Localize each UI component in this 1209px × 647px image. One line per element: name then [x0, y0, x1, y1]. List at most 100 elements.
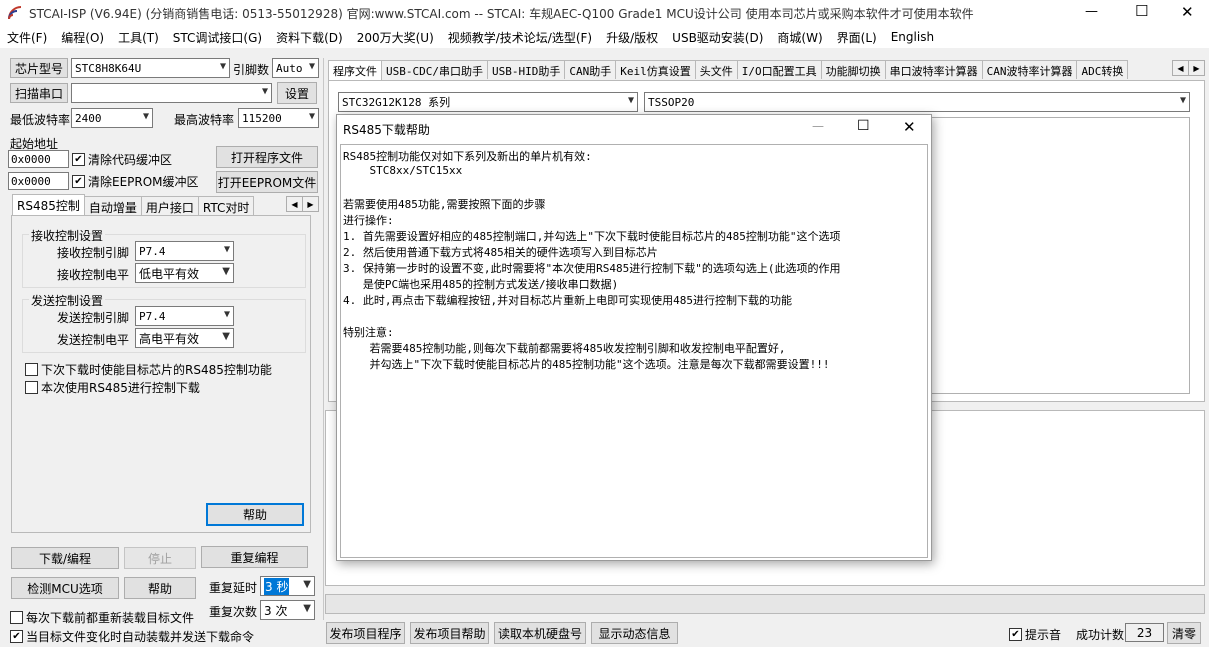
- repeat-count-select[interactable]: 3 次 ▼: [260, 600, 315, 620]
- tab-keil-settings[interactable]: Keil仿真设置: [615, 60, 696, 79]
- receive-pin-select[interactable]: P7.4 ▼: [135, 241, 234, 261]
- use-rs485-this-time-checkbox[interactable]: 本次使用RS485进行控制下载: [25, 379, 200, 396]
- auto-send-on-change-checkbox[interactable]: ✔ 当目标文件变化时自动装载并发送下载命令: [10, 628, 254, 645]
- publish-help-button[interactable]: 发布项目帮助: [410, 622, 489, 644]
- dialog-minimize-icon[interactable]: —: [812, 119, 824, 133]
- menu-download[interactable]: 资料下载(D): [276, 29, 343, 46]
- menu-shop[interactable]: 商城(W): [777, 29, 822, 46]
- eeprom-address-input[interactable]: 0x0000: [8, 172, 69, 190]
- help-line: 4. 此时,再点击下载编程按钮,并对目标芯片重新上电即可实现使用485进行控制下…: [343, 294, 792, 307]
- tab-user-interface[interactable]: 用户接口: [140, 196, 199, 215]
- chip-type-button[interactable]: 芯片型号: [10, 58, 68, 78]
- clear-count-button[interactable]: 清零: [1167, 622, 1201, 644]
- right-tab-scroll-left-icon[interactable]: ◀: [1172, 60, 1189, 76]
- chevron-down-icon: ▼: [223, 244, 230, 255]
- download-program-button[interactable]: 下载/编程: [11, 547, 119, 569]
- help-line: 若需要485控制功能,则每次下载前都需要将485收发控制引脚和收发控制电平配置好…: [343, 342, 786, 355]
- app-logo-icon: [8, 6, 22, 20]
- tab-usb-hid[interactable]: USB-HID助手: [486, 60, 566, 79]
- open-program-button[interactable]: 打开程序文件: [216, 146, 318, 168]
- left-tab-bar: RS485控制 自动增量 用户接口 RTC对时: [12, 194, 255, 215]
- read-disk-button[interactable]: 读取本机硬盘号: [494, 622, 586, 644]
- scan-port-button[interactable]: 扫描串口: [10, 83, 68, 103]
- maximize-button[interactable]: ☐: [1135, 2, 1148, 20]
- check-mcu-button[interactable]: 检测MCU选项: [11, 577, 119, 599]
- repeat-count-value: 3 次: [264, 603, 288, 618]
- menu-debug[interactable]: STC调试接口(G): [173, 29, 262, 46]
- clear-code-checkbox[interactable]: ✔ 清除代码缓冲区: [72, 151, 172, 168]
- open-eeprom-button[interactable]: 打开EEPROM文件: [216, 171, 318, 193]
- package-select[interactable]: TSSOP20 ▼: [644, 92, 1190, 112]
- pin-count-label: 引脚数: [233, 63, 270, 77]
- dialog-maximize-icon[interactable]: ☐: [857, 118, 870, 134]
- checkmark-icon: ✔: [72, 153, 85, 166]
- close-button[interactable]: ✕: [1181, 3, 1194, 21]
- tab-program-file[interactable]: 程序文件: [328, 60, 382, 80]
- tab-adc[interactable]: ADC转换: [1076, 60, 1129, 79]
- tab-auto-increment[interactable]: 自动增量: [83, 196, 142, 215]
- tab-rs485[interactable]: RS485控制: [12, 194, 85, 215]
- pin-count-select[interactable]: Auto ▼: [272, 58, 319, 78]
- chevron-down-icon: ▼: [303, 579, 311, 590]
- menu-prize[interactable]: 200万大奖(U): [357, 29, 434, 46]
- repeat-count-label: 重复次数: [209, 605, 258, 619]
- show-dynamic-info-button[interactable]: 显示动态信息: [591, 622, 678, 644]
- send-pin-select[interactable]: P7.4 ▼: [135, 306, 234, 326]
- max-baud-label: 最高波特率: [174, 113, 235, 127]
- chevron-down-icon: ▼: [261, 86, 268, 97]
- help-line: 特别注意:: [343, 326, 394, 339]
- tab-rtc[interactable]: RTC对时: [197, 196, 255, 215]
- port-select[interactable]: ▼: [71, 83, 272, 103]
- series-select[interactable]: STC32G12K128 系列 ▼: [338, 92, 638, 112]
- max-baud-select[interactable]: 115200 ▼: [238, 108, 319, 128]
- reload-before-download-checkbox[interactable]: 每次下载前都重新装载目标文件: [10, 609, 194, 626]
- minimize-button[interactable]: —: [1085, 4, 1098, 19]
- menu-program[interactable]: 编程(O): [61, 29, 104, 46]
- tab-pin-switch[interactable]: 功能脚切换: [820, 60, 886, 79]
- tab-can-helper[interactable]: CAN助手: [564, 60, 617, 79]
- menu-tools[interactable]: 工具(T): [118, 29, 159, 46]
- right-tab-scroll-right-icon[interactable]: ▶: [1188, 60, 1205, 76]
- menu-video[interactable]: 视频教学/技术论坛/选型(F): [448, 29, 592, 46]
- send-level-label: 发送控制电平: [57, 333, 130, 347]
- menu-english[interactable]: English: [891, 30, 934, 44]
- use-rs485-label: 本次使用RS485进行控制下载: [41, 381, 200, 395]
- menu-usb-driver[interactable]: USB驱动安装(D): [672, 29, 763, 46]
- tab-uart-baud-calc[interactable]: 串口波特率计算器: [884, 60, 983, 79]
- chevron-down-icon: ▼: [1179, 95, 1186, 106]
- stop-button[interactable]: 停止: [124, 547, 196, 569]
- chip-type-value: STC8H8K64U: [75, 61, 142, 75]
- enable-next-rs485-checkbox[interactable]: 下次下载时使能目标芯片的RS485控制功能: [25, 361, 272, 378]
- tab-header-file[interactable]: 头文件: [694, 60, 738, 79]
- repeat-delay-select[interactable]: 3 秒 ▼: [260, 576, 315, 596]
- tab-can-baud-calc[interactable]: CAN波特率计算器: [981, 60, 1078, 79]
- help-line: [343, 308, 925, 324]
- chevron-down-icon: ▼: [308, 61, 315, 72]
- dialog-close-icon[interactable]: ✕: [903, 118, 916, 136]
- help-button[interactable]: 帮助: [124, 577, 196, 599]
- clear-eeprom-checkbox[interactable]: ✔ 清除EEPROM缓冲区: [72, 173, 199, 190]
- tab-scroll-right-icon[interactable]: ▶: [302, 196, 319, 212]
- receive-level-value: 低电平有效: [139, 266, 200, 281]
- right-panel-divider: [323, 58, 324, 620]
- code-address-input[interactable]: 0x0000: [8, 150, 69, 168]
- min-baud-select[interactable]: 2400 ▼: [71, 108, 153, 128]
- checkbox-icon: [25, 381, 38, 394]
- receive-level-select[interactable]: 低电平有效 ▼: [135, 263, 234, 283]
- chevron-down-icon: ▼: [303, 603, 311, 614]
- tab-usb-cdc[interactable]: USB-CDC/串口助手: [381, 60, 488, 79]
- menu-upgrade[interactable]: 升级/版权: [606, 29, 658, 46]
- rs485-help-button[interactable]: 帮助: [206, 503, 304, 526]
- beep-checkbox[interactable]: ✔ 提示音: [1009, 626, 1061, 643]
- settings-button[interactable]: 设置: [277, 82, 317, 104]
- reprogram-button[interactable]: 重复编程: [201, 546, 308, 568]
- send-pin-label: 发送控制引脚: [57, 311, 130, 325]
- publish-program-button[interactable]: 发布项目程序: [326, 622, 405, 644]
- menu-interface[interactable]: 界面(L): [837, 29, 877, 46]
- send-level-select[interactable]: 高电平有效 ▼: [135, 328, 234, 348]
- help-line: 是使PC端也采用485的控制方式发送/接收串口数据): [343, 278, 619, 291]
- tab-io-config[interactable]: I/O口配置工具: [736, 60, 822, 79]
- chip-type-select[interactable]: STC8H8K64U ▼: [71, 58, 230, 78]
- tab-scroll-left-icon[interactable]: ◀: [286, 196, 303, 212]
- menu-file[interactable]: 文件(F): [7, 29, 47, 46]
